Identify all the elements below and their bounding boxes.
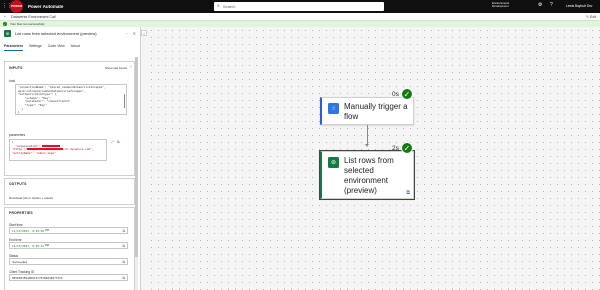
panel-scroll-thumb[interactable]: [135, 57, 138, 257]
connector-arrow-icon: [364, 144, 369, 147]
action-duration: 2s: [392, 145, 399, 152]
tab-parameters[interactable]: Parameters: [4, 44, 24, 51]
host-code-box[interactable]: "connectionName": "shared_commondataserv…: [15, 84, 127, 115]
settings-icon[interactable]: ⚙: [538, 3, 542, 8]
outputs-heading: OUTPUTS: [9, 182, 27, 186]
org-logo: POWER: [10, 0, 23, 13]
environment-name: Development: [492, 4, 509, 9]
show-raw-inputs-link[interactable]: Show raw inputs: [105, 66, 127, 70]
success-message: Your flow ran successfully.: [10, 22, 46, 26]
properties-section: PROPERTIES Start time 11/13/2023, 9:45:5…: [4, 207, 135, 290]
panel-scrollbar[interactable]: [135, 57, 138, 290]
top-bar: ⋮⋮⋮ POWER Power Automate ⌕ Search Enviro…: [0, 0, 600, 13]
trigger-title: Manually trigger a flow: [344, 102, 408, 121]
tab-about[interactable]: About: [71, 44, 80, 51]
action-details-panel: ⊞ List rows from selected environment (p…: [0, 27, 141, 290]
command-bar: ← Dataverse Environment Call ✎ Exit: [0, 13, 600, 21]
inputs-section: INPUTS Show raw inputs › host "connectio…: [4, 61, 135, 176]
start-time-ampm: PM: [45, 229, 49, 232]
copy-icon[interactable]: ⧉: [123, 276, 126, 281]
dataverse-icon: ⊞: [4, 30, 11, 37]
tab-settings[interactable]: Settings: [29, 44, 42, 51]
start-time-field[interactable]: 11/13/2023, 9:45:56 PM ⧉: [9, 227, 128, 234]
action-title: List rows from selected environment (pre…: [344, 156, 394, 195]
inputs-heading: INPUTS: [9, 66, 23, 70]
outputs-section: OUTPUTS Download (Alt or Option + select…: [4, 178, 135, 205]
status-value: Succeeded: [12, 259, 28, 264]
parameters-code-box[interactable]: { "organization": "https://ral.dynamics.…: [9, 139, 107, 161]
app-launcher-icon[interactable]: ⋮⋮⋮: [0, 0, 12, 13]
app-title[interactable]: Power Automate: [28, 4, 63, 9]
code-line-entity: "entityName": "admin_apps": [12, 150, 56, 155]
connector-line: [366, 125, 368, 145]
action-success-icon: ✓: [401, 142, 413, 154]
panel-more-icon[interactable]: ⋯ ✕: [126, 31, 137, 36]
search-placeholder: Search: [222, 4, 236, 9]
copy-icon[interactable]: ⧉: [123, 244, 126, 249]
panel-tabs: Parameters Settings Code View About: [4, 44, 80, 51]
end-time-field[interactable]: 11/13/2023, 9:45:41 PM ⧉: [9, 242, 128, 249]
search-icon: ⌕: [217, 3, 220, 9]
user-name[interactable]: Lewis Baybutt Dev: [566, 4, 592, 8]
trigger-success-icon: ✓: [401, 88, 413, 100]
chevron-right-icon[interactable]: ›: [131, 64, 133, 70]
trigger-duration: 0s: [392, 91, 399, 98]
copy-icon[interactable]: ⧉: [123, 229, 126, 234]
panel-header: ⊞ List rows from selected environment (p…: [4, 30, 97, 37]
manual-trigger-icon: ☝: [328, 103, 339, 114]
parameters-label: parameters: [9, 133, 26, 137]
flow-canvas[interactable]: ☝ Manually trigger a flow 0s ✓ ⊚ List ro…: [148, 27, 600, 290]
properties-heading: PROPERTIES: [9, 211, 33, 215]
copy-icon[interactable]: ⧉: [117, 140, 120, 145]
start-time-value: 11/13/2023, 9:45:56: [12, 228, 44, 233]
end-time-value: 11/13/2023, 9:45:41: [12, 243, 44, 248]
search-input[interactable]: ⌕ Search: [214, 2, 384, 11]
panel-title: List rows from selected environment (pre…: [15, 31, 97, 36]
flow-name: Dataverse Environment Call: [11, 14, 56, 19]
trigger-card[interactable]: ☝ Manually trigger a flow: [320, 97, 414, 125]
environment-picker[interactable]: Environments Development: [492, 1, 509, 9]
code-line: }: [18, 110, 20, 115]
host-scrollbar[interactable]: [124, 94, 126, 108]
tracking-id-value: 08585838948081977978684847332S: [12, 275, 63, 280]
expand-icon[interactable]: ⤢: [111, 140, 114, 145]
action-card[interactable]: ⊚ List rows from selected environment (p…: [319, 150, 415, 200]
tracking-id-field[interactable]: 08585838948081977978684847332S ⧉: [9, 274, 128, 281]
exit-button[interactable]: ✎ Exit: [586, 15, 596, 19]
connection-icon[interactable]: ⧉: [406, 191, 410, 196]
end-time-ampm: PM: [45, 244, 49, 247]
redacted-mark: [42, 144, 61, 147]
host-label: host: [9, 79, 16, 83]
tab-code-view[interactable]: Code View: [48, 44, 65, 51]
org-url-suffix: ral.dynamics.com",: [63, 147, 94, 152]
status-field[interactable]: Succeeded ⧉: [9, 258, 128, 265]
back-arrow-icon[interactable]: ←: [3, 14, 8, 19]
dataverse-icon: ⊚: [328, 157, 339, 168]
collapse-panel-button[interactable]: ‹: [141, 30, 147, 36]
success-check-icon: ✓: [3, 22, 7, 26]
exit-label: Exit: [590, 14, 596, 19]
download-outputs-link[interactable]: Download (Alt or Option + select): [9, 196, 53, 200]
copy-icon[interactable]: ⧉: [123, 260, 126, 265]
help-icon[interactable]: ?: [550, 3, 553, 8]
